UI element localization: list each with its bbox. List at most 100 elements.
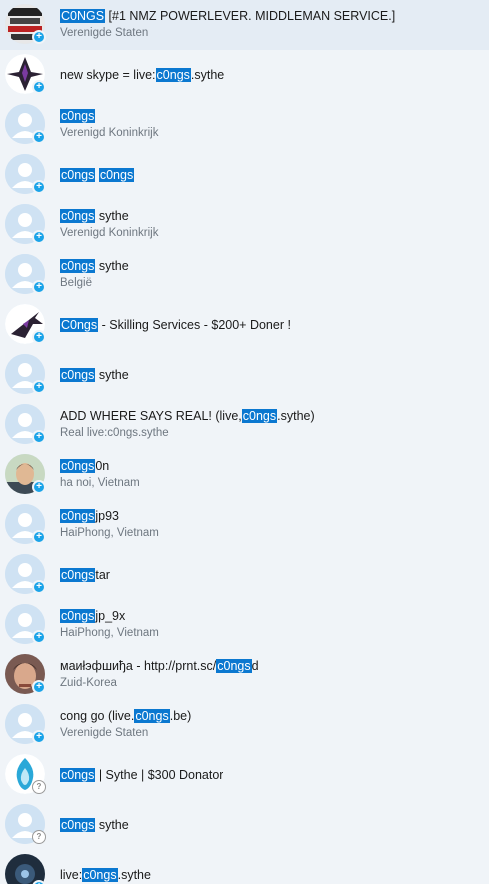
name-text: .sythe xyxy=(190,68,225,82)
contact-text: live:c0ngs.sythe xyxy=(60,850,483,884)
contact-name: new skype = live:c0ngs.sythe xyxy=(60,67,224,83)
contact-result-row-11[interactable]: + c0ngsjp93 HaiPhong, Vietnam xyxy=(0,500,489,550)
contact-text: new skype = live:c0ngs.sythe xyxy=(60,50,483,100)
add-contact-icon[interactable]: + xyxy=(32,180,46,194)
contact-location: ha noi, Vietnam xyxy=(60,477,140,489)
add-contact-icon[interactable]: + xyxy=(32,580,46,594)
add-contact-icon[interactable]: + xyxy=(32,380,46,394)
search-match-highlight: c0ngs xyxy=(60,368,96,382)
contact-result-row-3[interactable]: + c0ngs Verenigd Koninkrijk xyxy=(0,100,489,150)
contact-text: c0ngsjp_9x HaiPhong, Vietnam xyxy=(60,600,483,650)
contact-text: c0ngs0n ha noi, Vietnam xyxy=(60,450,483,500)
search-match-highlight: C0ngs xyxy=(60,318,99,332)
contact-location: Real live:c0ngs.sythe xyxy=(60,427,169,439)
contact-result-row-15[interactable]: + cong go (live.c0ngs.be) Verenigde Stat… xyxy=(0,700,489,750)
search-match-highlight: c0ngs xyxy=(155,68,191,82)
search-match-highlight: c0ngs xyxy=(60,109,96,123)
contact-name: live:c0ngs.sythe xyxy=(60,867,151,883)
add-contact-icon[interactable]: + xyxy=(32,80,46,94)
contact-text: c0ngsjp93 HaiPhong, Vietnam xyxy=(60,500,483,550)
add-contact-icon[interactable]: + xyxy=(32,330,46,344)
name-text: [#1 NMZ POWERLEVER. MIDDLEMAN SERVICE.] xyxy=(105,9,396,23)
name-text: ADD WHERE SAYS REAL! (live, xyxy=(60,409,242,423)
add-contact-icon[interactable]: + xyxy=(32,430,46,444)
contact-result-row-4[interactable]: + c0ngs c0ngs xyxy=(0,150,489,200)
name-text: sythe xyxy=(95,368,129,382)
contact-result-row-9[interactable]: + ADD WHERE SAYS REAL! (live,c0ngs.sythe… xyxy=(0,400,489,450)
search-match-highlight: c0ngs xyxy=(60,818,96,832)
add-contact-icon[interactable]: + xyxy=(32,30,46,44)
name-text: jp93 xyxy=(95,509,119,523)
contact-result-row-17[interactable]: ? c0ngs sythe xyxy=(0,800,489,850)
contact-name: c0ngs sythe xyxy=(60,208,129,224)
contact-result-row-10[interactable]: + c0ngs0n ha noi, Vietnam xyxy=(0,450,489,500)
unknown-status-icon[interactable]: ? xyxy=(32,780,46,794)
search-match-highlight: C0NGS xyxy=(60,9,106,23)
name-text: new skype = live: xyxy=(60,68,156,82)
contact-name: c0ngs xyxy=(60,108,96,124)
search-match-highlight: c0ngs xyxy=(60,509,96,523)
contact-text: c0ngs | Sythe | $300 Donator xyxy=(60,750,483,800)
search-results-list: + C0NGS [#1 NMZ POWERLEVER. MIDDLEMAN SE… xyxy=(0,0,489,884)
contact-name: c0ngs0n xyxy=(60,458,109,474)
contact-name: c0ngs | Sythe | $300 Donator xyxy=(60,767,223,783)
contact-name: c0ngs sythe xyxy=(60,367,129,383)
name-text: .be) xyxy=(169,709,192,723)
add-contact-icon[interactable]: + xyxy=(32,680,46,694)
contact-location: HaiPhong, Vietnam xyxy=(60,627,159,639)
contact-result-row-5[interactable]: + c0ngs sythe Verenigd Koninkrijk xyxy=(0,200,489,250)
contact-result-row-12[interactable]: + c0ngstar xyxy=(0,550,489,600)
contact-result-row-8[interactable]: + c0ngs sythe xyxy=(0,350,489,400)
contact-text: c0ngstar xyxy=(60,550,483,600)
contact-text: c0ngs sythe xyxy=(60,350,483,400)
contact-result-row-13[interactable]: + c0ngsjp_9x HaiPhong, Vietnam xyxy=(0,600,489,650)
search-match-highlight: c0ngs xyxy=(60,209,96,223)
name-text: sythe xyxy=(95,259,129,273)
search-match-highlight: c0ngs xyxy=(216,659,252,673)
contact-name: c0ngs sythe xyxy=(60,817,129,833)
name-text: d xyxy=(251,659,259,673)
contact-location: Verenigde Staten xyxy=(60,727,149,739)
name-text: 0n xyxy=(95,459,110,473)
contact-result-row-7[interactable]: + C0ngs - Skilling Services - $200+ Done… xyxy=(0,300,489,350)
contact-result-row-16[interactable]: ? c0ngs | Sythe | $300 Donator xyxy=(0,750,489,800)
contact-location: HaiPhong, Vietnam xyxy=(60,527,159,539)
contact-text: c0ngs c0ngs xyxy=(60,150,483,200)
contact-name: c0ngs c0ngs xyxy=(60,167,135,183)
contact-location: Verenigd Koninkrijk xyxy=(60,127,159,139)
contact-result-row-14[interactable]: + маиłэфшиђа - http://prnt.sc/c0ngsd Zui… xyxy=(0,650,489,700)
unknown-status-icon[interactable]: ? xyxy=(32,830,46,844)
name-text: | Sythe | $300 Donator xyxy=(95,768,224,782)
contact-name: cong go (live.c0ngs.be) xyxy=(60,708,191,724)
contact-text: c0ngs sythe België xyxy=(60,250,483,300)
contact-result-row-18[interactable]: + live:c0ngs.sythe xyxy=(0,850,489,884)
add-contact-icon[interactable]: + xyxy=(32,280,46,294)
search-match-highlight: c0ngs xyxy=(60,768,96,782)
name-text: tar xyxy=(95,568,110,582)
add-contact-icon[interactable]: + xyxy=(32,230,46,244)
search-match-highlight: c0ngs xyxy=(134,709,170,723)
search-match-highlight: c0ngs xyxy=(60,259,96,273)
add-contact-icon[interactable]: + xyxy=(32,130,46,144)
add-contact-icon[interactable]: + xyxy=(32,630,46,644)
contact-result-row-1[interactable]: + C0NGS [#1 NMZ POWERLEVER. MIDDLEMAN SE… xyxy=(0,0,489,50)
contact-name: c0ngstar xyxy=(60,567,110,583)
contact-text: C0ngs - Skilling Services - $200+ Doner … xyxy=(60,300,483,350)
contact-result-row-6[interactable]: + c0ngs sythe België xyxy=(0,250,489,300)
add-contact-icon[interactable]: + xyxy=(32,480,46,494)
add-contact-icon[interactable]: + xyxy=(32,880,46,884)
search-match-highlight: c0ngs xyxy=(60,568,96,582)
search-match-highlight: c0ngs xyxy=(60,609,96,623)
contact-name: c0ngsjp93 xyxy=(60,508,119,524)
contact-text: ADD WHERE SAYS REAL! (live,c0ngs.sythe) … xyxy=(60,400,483,450)
add-contact-icon[interactable]: + xyxy=(32,730,46,744)
name-text: sythe xyxy=(95,209,129,223)
contact-name: C0ngs - Skilling Services - $200+ Doner … xyxy=(60,317,291,333)
contact-result-row-2[interactable]: + new skype = live:c0ngs.sythe xyxy=(0,50,489,100)
name-text: .sythe) xyxy=(277,409,315,423)
name-text: .sythe xyxy=(117,868,151,882)
search-match-highlight: c0ngs xyxy=(98,168,135,182)
add-contact-icon[interactable]: + xyxy=(32,530,46,544)
contact-name: ADD WHERE SAYS REAL! (live,c0ngs.sythe) xyxy=(60,408,315,424)
name-text: jp_9x xyxy=(95,609,126,623)
